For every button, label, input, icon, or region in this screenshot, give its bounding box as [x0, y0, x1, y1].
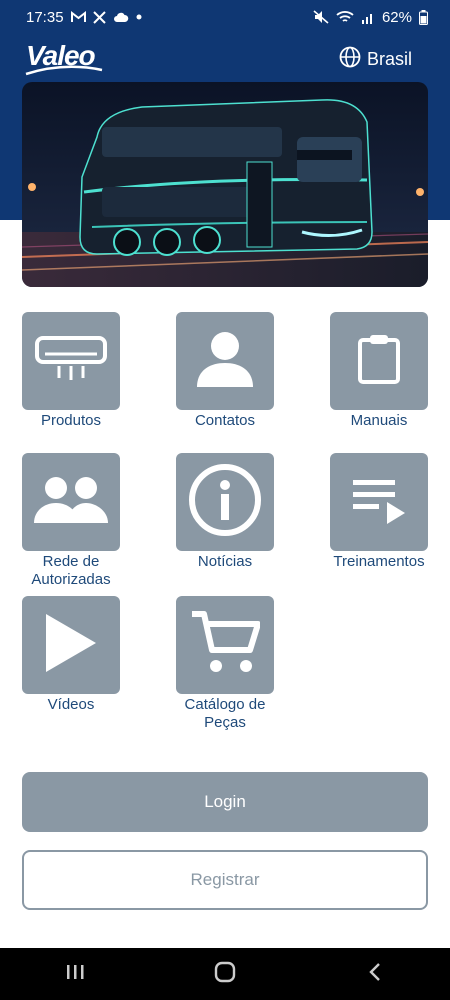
tile-treinamentos[interactable]: [330, 453, 428, 551]
bus-illustration: [22, 82, 428, 287]
register-button[interactable]: Registrar: [22, 850, 428, 910]
dot-icon: [136, 14, 142, 20]
label-catalogo-pecas: Catálogo de Peças: [184, 696, 266, 731]
label-treinamentos: Treinamentos: [333, 553, 425, 570]
x-icon: [92, 10, 106, 24]
info-icon: [188, 463, 262, 542]
status-bar: 17:35 62%: [0, 0, 450, 34]
login-button[interactable]: Login: [22, 772, 428, 832]
back-icon: [368, 962, 382, 987]
label-videos: Vídeos: [47, 696, 95, 713]
tile-contatos[interactable]: [176, 312, 274, 410]
banner-image: [22, 82, 428, 287]
tile-produtos[interactable]: [22, 312, 120, 410]
clipboard-icon: [357, 334, 401, 389]
wifi-icon: [336, 10, 354, 24]
logo-swoosh-icon: [25, 65, 103, 76]
status-left: 17:35: [26, 9, 142, 26]
tile-noticias[interactable]: [176, 453, 274, 551]
tile-catalogo-pecas[interactable]: [176, 596, 274, 694]
gmail-icon: [70, 11, 86, 23]
play-icon: [44, 612, 98, 679]
back-button[interactable]: [345, 954, 405, 994]
cloud-icon: [113, 11, 129, 23]
label-contatos: Contatos: [194, 412, 256, 429]
status-right: 62%: [313, 9, 428, 26]
recents-icon: [65, 963, 85, 986]
label-rede-autorizadas: Rede de Autorizadas: [31, 553, 111, 588]
label-noticias: Notícias: [197, 553, 253, 570]
language-label: Brasil: [366, 49, 412, 69]
playlist-icon: [351, 476, 407, 529]
label-manuais: Manuais: [350, 412, 408, 429]
status-time: 17:35: [26, 8, 64, 26]
tile-rede-autorizadas[interactable]: [22, 453, 120, 551]
mute-icon: [313, 10, 329, 24]
language-selector[interactable]: Brasil: [339, 46, 412, 73]
people-icon: [32, 475, 110, 530]
tile-videos[interactable]: [22, 596, 120, 694]
globe-icon: [339, 46, 361, 73]
air-conditioner-icon: [35, 335, 107, 387]
battery-icon: [419, 9, 428, 25]
system-nav-bar: [0, 948, 450, 1000]
cart-icon: [190, 610, 261, 681]
tile-manuais[interactable]: [330, 312, 428, 410]
person-icon: [195, 331, 255, 392]
signal-icon: [361, 11, 375, 24]
recents-button[interactable]: [45, 954, 105, 994]
label-produtos: Produtos: [40, 412, 102, 429]
home-button[interactable]: [195, 954, 255, 994]
battery-percent: 62%: [381, 8, 412, 26]
home-icon: [214, 961, 236, 988]
